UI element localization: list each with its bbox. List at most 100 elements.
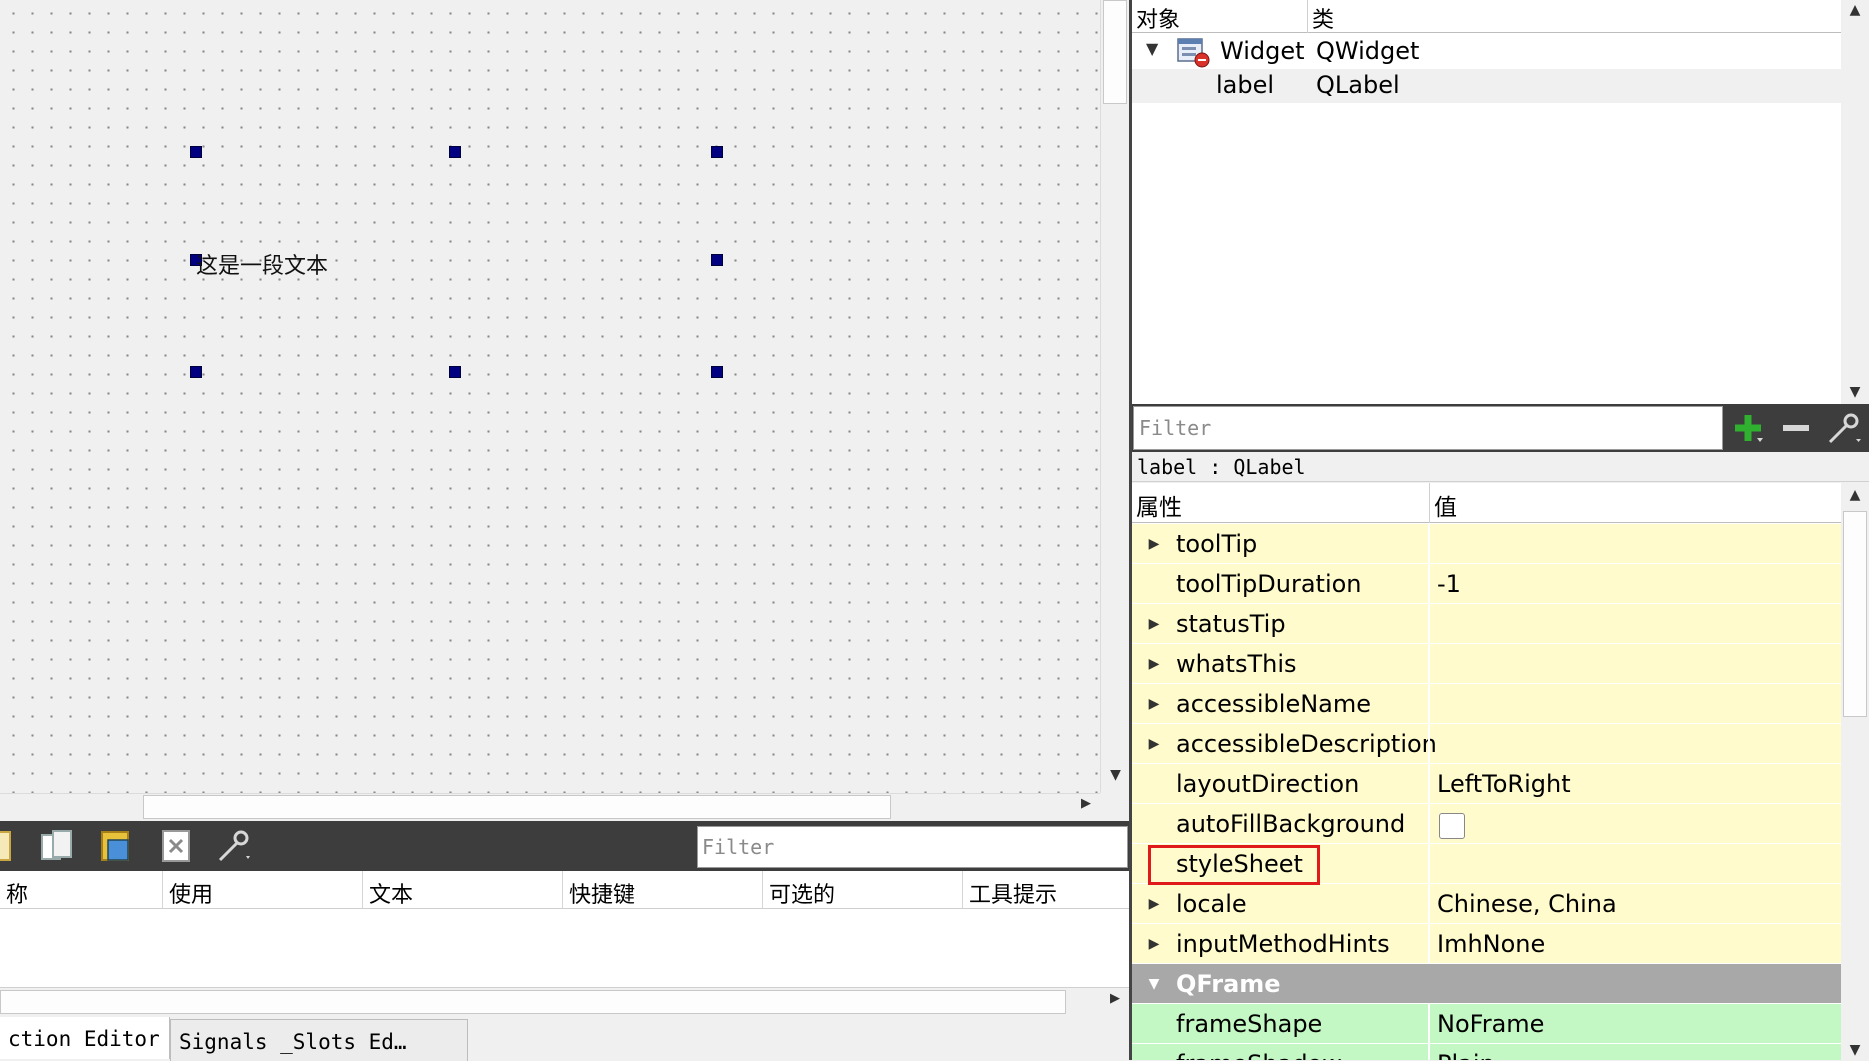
column-shortcut[interactable]: 快捷键: [563, 871, 763, 909]
property-value[interactable]: Chinese, China: [1437, 884, 1617, 924]
form-canvas[interactable]: 这是一段文本: [0, 0, 1100, 793]
property-row-autofillbackground[interactable]: autoFillBackground: [1132, 804, 1841, 844]
expand-arrow-icon[interactable]: ▶: [1146, 684, 1162, 724]
expand-arrow-icon[interactable]: ▶: [1146, 724, 1162, 764]
scroll-right-icon[interactable]: ▶: [1105, 991, 1125, 1006]
object-class: QWidget: [1316, 37, 1420, 65]
new-action-icon[interactable]: [0, 826, 24, 866]
column-divider: [1428, 764, 1430, 804]
property-row-tooltip[interactable]: ▶ toolTip: [1132, 524, 1841, 564]
collapse-arrow-icon[interactable]: ▼: [1146, 964, 1162, 1004]
resize-handle-top[interactable]: [449, 146, 461, 158]
scroll-right-icon[interactable]: ▶: [1076, 796, 1096, 818]
object-inspector: 对象 类 ▼ Widget QWidget label QLabel ▲ ▼: [1132, 0, 1869, 404]
property-row-frameshadow[interactable]: frameShadow Plain: [1132, 1044, 1841, 1060]
property-row-accessiblename[interactable]: ▶ accessibleName: [1132, 684, 1841, 724]
action-hscroll-thumb[interactable]: [0, 990, 1066, 1014]
canvas-vertical-scrollbar[interactable]: ▼: [1100, 0, 1129, 793]
column-tooltip[interactable]: 工具提示: [963, 871, 1129, 909]
column-value[interactable]: 值: [1430, 483, 1461, 523]
property-scroll-thumb[interactable]: [1843, 511, 1867, 717]
remove-property-icon[interactable]: [1779, 411, 1813, 445]
configure-tool-icon[interactable]: [214, 826, 254, 866]
copy-action-icon[interactable]: [37, 826, 77, 866]
paste-action-icon[interactable]: [96, 826, 136, 866]
resize-handle-bottom[interactable]: [449, 366, 461, 378]
canvas-hscroll-thumb[interactable]: [143, 795, 891, 819]
property-row-inputmethodhints[interactable]: ▶ inputMethodHints ImhNone: [1132, 924, 1841, 964]
configure-property-icon[interactable]: [1825, 410, 1863, 446]
property-name: layoutDirection: [1176, 770, 1360, 798]
resize-handle-right[interactable]: [711, 254, 723, 266]
property-value[interactable]: Plain: [1437, 1044, 1495, 1060]
scroll-down-icon[interactable]: ▼: [1101, 767, 1130, 789]
column-divider: [1428, 804, 1430, 844]
action-filter-input[interactable]: Filter: [697, 826, 1128, 868]
column-used[interactable]: 使用: [163, 871, 363, 909]
object-inspector-header: 对象 类: [1132, 0, 1841, 33]
object-name: label: [1216, 71, 1275, 99]
expand-arrow-icon[interactable]: ▶: [1146, 524, 1162, 564]
add-property-icon[interactable]: [1731, 411, 1765, 445]
scroll-down-icon[interactable]: ▼: [1841, 384, 1869, 400]
expand-arrow-icon[interactable]: ▶: [1146, 644, 1162, 684]
property-row-statustip[interactable]: ▶ statusTip: [1132, 604, 1841, 644]
column-divider: [1428, 684, 1430, 724]
property-row-whatsthis[interactable]: ▶ whatsThis: [1132, 644, 1841, 684]
expand-arrow-icon[interactable]: ▶: [1146, 604, 1162, 644]
property-name: toolTipDuration: [1176, 570, 1362, 598]
expand-arrow-icon[interactable]: ▶: [1146, 884, 1162, 924]
property-row-frameshape[interactable]: frameShape NoFrame: [1132, 1004, 1841, 1044]
column-divider: [1428, 844, 1430, 884]
property-name: whatsThis: [1176, 650, 1297, 678]
property-value[interactable]: LeftToRight: [1437, 764, 1571, 804]
collapse-arrow-icon[interactable]: ▼: [1146, 39, 1158, 58]
property-value[interactable]: NoFrame: [1437, 1004, 1544, 1044]
resize-handle-bottom-right[interactable]: [711, 366, 723, 378]
scroll-down-icon[interactable]: ▼: [1841, 1042, 1869, 1058]
property-group-qframe[interactable]: ▼ QFrame: [1132, 964, 1841, 1004]
action-table-hscrollbar[interactable]: ▶: [0, 987, 1129, 1015]
canvas-vscroll-thumb[interactable]: [1103, 0, 1127, 104]
property-value[interactable]: -1: [1437, 564, 1461, 604]
property-row-layoutdirection[interactable]: layoutDirection LeftToRight: [1132, 764, 1841, 804]
property-name: locale: [1176, 890, 1247, 918]
property-table: 属性 值 ▶ toolTip toolTipDuration -1 ▶ statusTip…: [1132, 483, 1841, 1060]
label-widget-text[interactable]: 这是一段文本: [196, 248, 328, 280]
property-filter-input[interactable]: Filter: [1133, 406, 1723, 450]
property-name: frameShape: [1176, 1010, 1323, 1038]
property-row-locale[interactable]: ▶ locale Chinese, China: [1132, 884, 1841, 924]
property-name: frameShadow: [1176, 1044, 1342, 1060]
scroll-up-icon[interactable]: ▲: [1841, 2, 1869, 18]
action-table-body[interactable]: [0, 909, 1129, 987]
expand-arrow-icon[interactable]: ▶: [1146, 924, 1162, 964]
object-row-label[interactable]: label QLabel: [1132, 69, 1841, 103]
column-property[interactable]: 属性: [1132, 483, 1430, 523]
delete-action-icon[interactable]: [157, 826, 197, 866]
column-divider: [1428, 524, 1430, 564]
object-row-widget[interactable]: ▼ Widget QWidget: [1132, 35, 1841, 69]
column-text[interactable]: 文本: [363, 871, 563, 909]
tab-action-editor[interactable]: ction Editor: [0, 1017, 170, 1059]
column-class[interactable]: 类: [1308, 0, 1338, 33]
property-name: autoFillBackground: [1176, 810, 1406, 838]
property-value[interactable]: ImhNone: [1437, 924, 1545, 964]
auto-fill-background-checkbox[interactable]: [1439, 813, 1465, 839]
tab-signals-slots-editor[interactable]: Signals _Slots Ed…: [170, 1019, 468, 1061]
property-row-tooltipduration[interactable]: toolTipDuration -1: [1132, 564, 1841, 604]
resize-handle-top-left[interactable]: [190, 146, 202, 158]
canvas-horizontal-scrollbar[interactable]: ▶: [0, 793, 1100, 820]
property-table-scrollbar[interactable]: ▲ ▼: [1841, 483, 1869, 1060]
column-name[interactable]: 称: [0, 871, 163, 909]
resize-handle-top-right[interactable]: [711, 146, 723, 158]
property-row-accessibledescription[interactable]: ▶ accessibleDescription: [1132, 724, 1841, 764]
object-inspector-scrollbar[interactable]: ▲ ▼: [1841, 0, 1869, 404]
property-name: QFrame: [1176, 970, 1281, 998]
column-checkable[interactable]: 可选的: [763, 871, 963, 909]
property-name: accessibleDescription: [1176, 730, 1437, 758]
scroll-up-icon[interactable]: ▲: [1841, 487, 1869, 503]
property-name: toolTip: [1176, 530, 1258, 558]
resize-handle-bottom-left[interactable]: [190, 366, 202, 378]
property-name: inputMethodHints: [1176, 930, 1390, 958]
column-object[interactable]: 对象: [1132, 0, 1308, 33]
